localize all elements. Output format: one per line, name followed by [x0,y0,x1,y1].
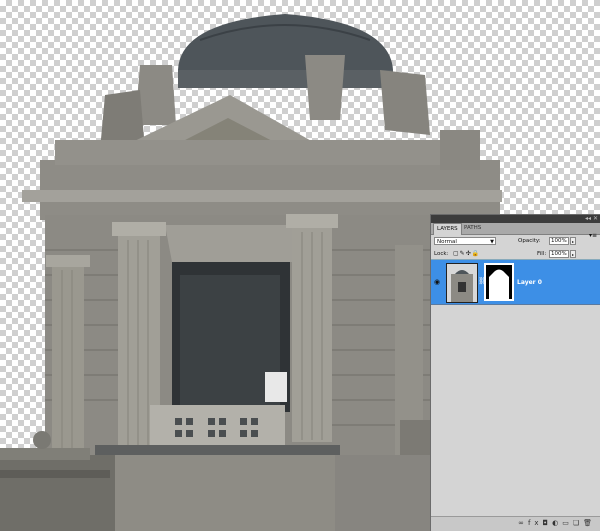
new-group-icon[interactable]: ▭ [562,519,573,527]
layer-name[interactable]: Layer 0 [517,279,542,286]
opacity-label: Opacity: [518,238,541,244]
layer-row[interactable]: ◉ ⛓ Layer 0 [431,259,600,305]
layer-thumbnail-image [447,264,477,302]
chevron-down-icon: ▼ [490,239,494,245]
lock-label: Lock: [434,251,449,257]
fill-slider-button[interactable]: ▸ [570,250,576,258]
panel-title-bar[interactable]: ◂◂ ✕ [431,215,600,223]
layer-list-empty-area[interactable] [431,305,600,499]
lock-all-icon[interactable]: 🔒 [472,250,480,257]
blend-opacity-row: Normal ▼ Opacity: 100% ▸ [431,235,600,248]
tab-layers[interactable]: LAYERS [433,223,462,235]
new-layer-icon[interactable]: ❏ [573,519,583,527]
add-mask-icon[interactable]: ◘ [543,519,553,527]
opacity-input[interactable]: 100% [549,237,569,245]
layer-style-icon[interactable]: fx [528,519,543,527]
layer-mask-thumbnail[interactable] [484,263,514,301]
blend-mode-value: Normal [437,239,457,245]
fill-input[interactable]: 100% [549,250,569,258]
fill-label: Fill: [537,251,547,257]
collapse-icon[interactable]: ◂◂ ✕ [585,216,598,222]
link-layers-icon[interactable]: ∞ [518,519,528,527]
lock-transparent-icon[interactable]: ▢ [453,250,460,257]
panel-tabs: LAYERS PATHS ▾≡ [431,223,600,239]
trash-icon[interactable]: 🗑 [583,519,596,527]
eye-icon[interactable]: ◉ [434,278,440,286]
opacity-slider-button[interactable]: ▸ [570,237,576,245]
lock-icons[interactable]: ▢✎✣🔒 [453,250,480,257]
blend-mode-select[interactable]: Normal ▼ [434,237,496,245]
layers-panel: ◂◂ ✕ LAYERS PATHS ▾≡ Normal ▼ Opacity: 1… [430,214,600,531]
layer-thumbnail[interactable] [446,263,478,303]
layer-mask-image [486,265,512,299]
tab-paths[interactable]: PATHS [461,223,484,234]
panel-bottom-toolbar: ∞fx◘◐▭❏🗑 [431,516,600,531]
adjustment-layer-icon[interactable]: ◐ [552,519,562,527]
